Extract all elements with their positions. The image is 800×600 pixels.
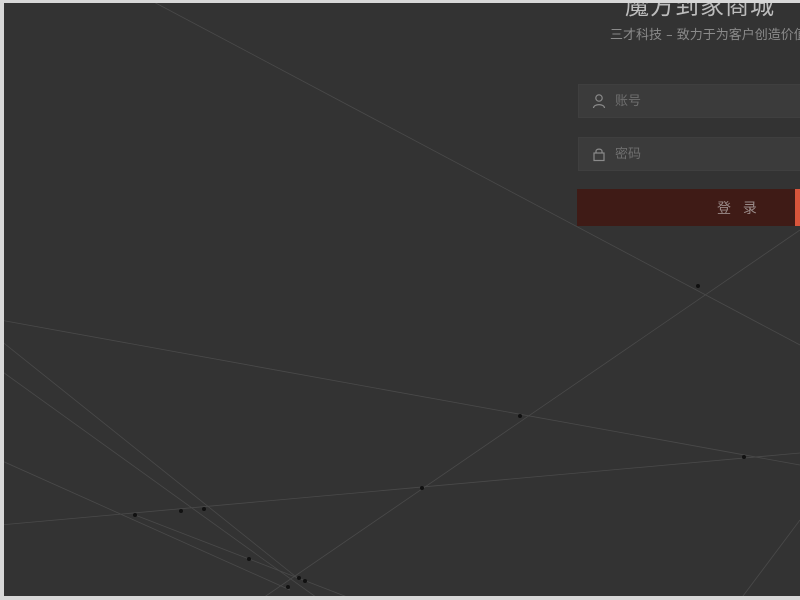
- bg-line: [0, 339, 301, 581]
- window-border-left: [0, 0, 4, 600]
- bg-node: [179, 509, 183, 513]
- bg-line: [149, 0, 800, 346]
- window-border-bottom: [0, 596, 800, 600]
- lock-icon: [591, 146, 607, 162]
- bg-node: [247, 557, 251, 561]
- bg-node: [742, 455, 746, 459]
- bg-node: [133, 513, 137, 517]
- bg-node: [297, 576, 301, 580]
- password-field[interactable]: [578, 137, 800, 171]
- bg-node: [518, 414, 522, 418]
- bg-node: [202, 507, 206, 511]
- login-page: 魔方到家商城 三才科技 – 致力于为客户创造价值 登 录: [0, 0, 800, 600]
- login-button[interactable]: 登 录: [577, 189, 800, 226]
- bg-node: [303, 579, 307, 583]
- page-title: 魔方到家商城: [625, 0, 775, 20]
- bg-node: [420, 486, 424, 490]
- window-border-top: [0, 0, 800, 3]
- password-input[interactable]: [615, 144, 800, 164]
- bg-line: [0, 369, 321, 600]
- account-input[interactable]: [615, 91, 800, 111]
- bg-line: [0, 319, 800, 466]
- bg-node: [696, 284, 700, 288]
- user-icon: [591, 93, 607, 109]
- bg-line: [739, 519, 800, 600]
- bg-line: [259, 229, 800, 600]
- bg-line: [0, 459, 291, 591]
- bg-node: [286, 585, 290, 589]
- login-button-accent: [795, 189, 800, 226]
- account-field[interactable]: [578, 84, 800, 118]
- page-subtitle: 三才科技 – 致力于为客户创造价值: [610, 28, 800, 43]
